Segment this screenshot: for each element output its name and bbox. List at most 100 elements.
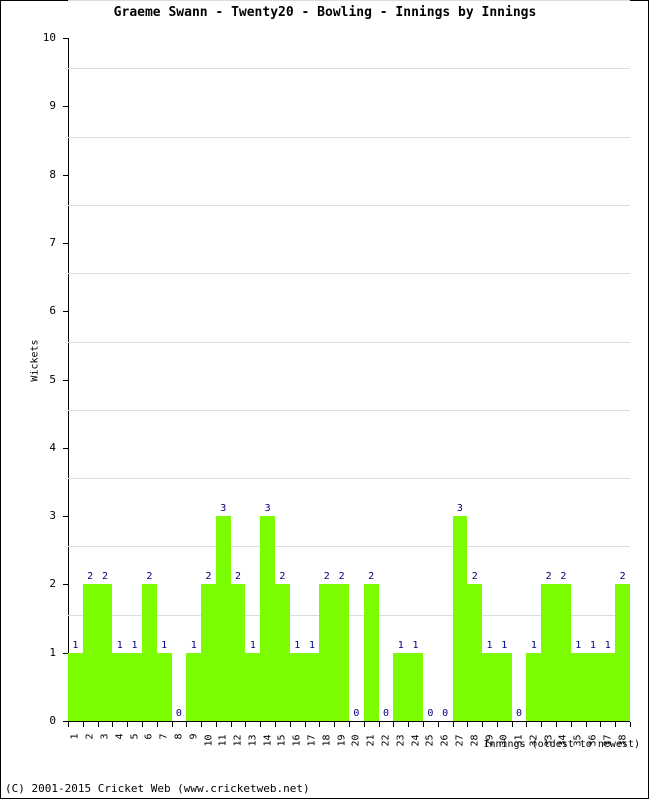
bar xyxy=(319,584,335,721)
x-tick-label: 6 xyxy=(143,733,155,740)
footer-copyright: (C) 2001-2015 Cricket Web (www.cricketwe… xyxy=(5,782,310,795)
x-tick-mark xyxy=(289,722,291,727)
x-tick-mark xyxy=(408,722,410,727)
x-tick-label: 35 xyxy=(572,734,584,747)
y-tick-label: 1 xyxy=(49,645,56,659)
bar xyxy=(68,652,83,721)
y-tick-label: 6 xyxy=(49,304,56,318)
y-tick-label: 8 xyxy=(49,167,56,181)
x-tick-mark xyxy=(526,722,528,727)
x-tick-mark xyxy=(230,722,232,727)
bar xyxy=(541,584,557,721)
x-tick-label: 37 xyxy=(602,734,614,747)
x-tick-mark xyxy=(97,722,99,727)
y-tick-label: 2 xyxy=(49,577,56,591)
x-tick-mark xyxy=(496,722,498,727)
x-tick-label: 10 xyxy=(203,734,214,747)
gridline xyxy=(68,0,630,1)
x-tick-mark xyxy=(186,722,188,727)
x-tick-label: 30 xyxy=(498,734,510,747)
x-tick-mark xyxy=(68,722,69,727)
x-tick-label: 26 xyxy=(439,734,451,747)
x-tick-label: 33 xyxy=(543,734,555,747)
x-tick-mark xyxy=(600,722,602,727)
x-tick-label: 34 xyxy=(557,734,569,747)
bar xyxy=(526,652,542,721)
x-tick-label: 25 xyxy=(424,734,436,747)
x-tick-label: 19 xyxy=(336,734,348,747)
x-tick-mark xyxy=(363,722,365,727)
x-tick-mark xyxy=(245,722,247,727)
x-tick-mark xyxy=(156,722,158,727)
bar xyxy=(275,584,290,721)
x-tick-mark xyxy=(215,722,217,727)
x-tick-mark xyxy=(422,722,424,727)
x-tick-label: 21 xyxy=(365,734,377,747)
x-tick-label: 38 xyxy=(617,734,629,747)
x-tick-mark xyxy=(171,722,173,727)
x-tick-label: 36 xyxy=(587,734,599,747)
y-tick-label: 4 xyxy=(49,440,56,454)
x-tick-mark xyxy=(393,722,395,727)
x-tick-mark xyxy=(437,722,439,727)
x-tick-mark xyxy=(615,722,617,727)
x-tick-label: 12 xyxy=(232,734,244,747)
x-tick-label: 28 xyxy=(469,734,481,747)
x-tick-mark xyxy=(511,722,513,727)
x-tick-mark xyxy=(349,722,350,727)
y-tick-label: 5 xyxy=(49,372,56,386)
x-tick-label: 7 xyxy=(158,733,170,740)
bar xyxy=(156,652,172,721)
x-tick-label: 3 xyxy=(99,733,111,740)
x-tick-mark xyxy=(127,722,129,727)
x-tick-mark xyxy=(260,722,262,727)
bar xyxy=(467,584,483,721)
bar xyxy=(260,516,276,721)
bar xyxy=(245,652,261,721)
x-tick-label: 32 xyxy=(528,734,540,747)
x-tick-label: 31 xyxy=(513,734,525,747)
bar xyxy=(600,652,616,721)
bar xyxy=(452,516,468,721)
bar xyxy=(141,584,157,721)
bar xyxy=(82,584,98,721)
bar xyxy=(289,652,305,721)
x-tick-label: 5 xyxy=(129,733,141,740)
x-tick-label: 18 xyxy=(321,734,333,747)
x-tick-mark xyxy=(82,722,84,727)
x-tick-label: 11 xyxy=(217,734,229,747)
x-tick-label: 27 xyxy=(454,734,466,747)
x-tick-label: 17 xyxy=(306,734,318,747)
plot-area xyxy=(68,38,630,721)
bar xyxy=(393,652,409,721)
x-tick-label: 1 xyxy=(69,733,81,740)
x-tick-label: 23 xyxy=(395,734,407,747)
x-tick-label: 9 xyxy=(188,733,200,740)
x-tick-mark xyxy=(141,722,143,727)
x-tick-mark xyxy=(201,722,203,727)
x-tick-mark xyxy=(467,722,469,727)
x-tick-label: 14 xyxy=(262,734,274,747)
bar xyxy=(615,584,630,721)
x-tick-mark xyxy=(112,722,114,727)
bar xyxy=(570,652,586,721)
x-tick-label: 29 xyxy=(484,734,495,747)
x-tick-mark xyxy=(275,722,277,727)
x-tick-mark xyxy=(585,722,587,727)
bar xyxy=(496,652,512,721)
bar xyxy=(112,652,128,721)
bar xyxy=(585,652,601,721)
bar xyxy=(482,652,497,721)
x-tick-label: 13 xyxy=(247,734,259,747)
y-axis-label: Wickets xyxy=(29,339,41,382)
x-tick-mark xyxy=(482,722,484,727)
y-tick-label: 10 xyxy=(42,31,56,44)
x-tick-mark xyxy=(334,722,336,727)
y-tick-label: 9 xyxy=(49,99,56,113)
x-tick-mark xyxy=(556,722,558,727)
x-tick-mark xyxy=(304,722,306,727)
page-title: Graeme Swann - Twenty20 - Bowling - Inni… xyxy=(113,5,537,20)
x-tick-label: 8 xyxy=(173,733,185,740)
bar xyxy=(186,652,202,721)
bar xyxy=(230,584,246,721)
